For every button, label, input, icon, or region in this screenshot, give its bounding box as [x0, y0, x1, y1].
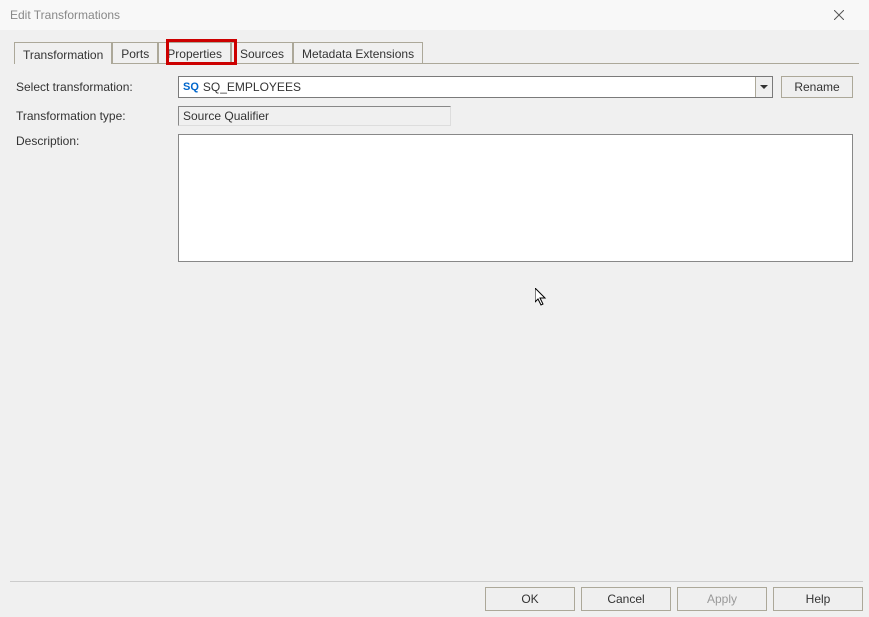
window-title: Edit Transformations — [10, 8, 120, 22]
transform-type-label: Transformation type: — [16, 109, 178, 123]
edit-transformations-window: Edit Transformations Transformation Port… — [0, 0, 869, 617]
tab-label: Metadata Extensions — [302, 47, 414, 61]
source-qualifier-icon: SQ — [179, 81, 203, 93]
content-area: Transformation Ports Properties Sources … — [0, 30, 869, 276]
tab-transformation[interactable]: Transformation — [14, 42, 112, 64]
transform-type-row: Transformation type: Source Qualifier — [16, 106, 853, 126]
tab-strip: Transformation Ports Properties Sources … — [14, 42, 859, 64]
tab-ports[interactable]: Ports — [112, 42, 158, 63]
titlebar: Edit Transformations — [0, 0, 869, 30]
tab-label: Ports — [121, 47, 149, 61]
tab-panel-transformation: Select transformation: SQ SQ_EMPLOYEES R… — [10, 64, 859, 276]
select-transform-dropdown[interactable]: SQ SQ_EMPLOYEES — [178, 76, 773, 98]
description-label: Description: — [16, 134, 178, 148]
tab-metadata-extensions[interactable]: Metadata Extensions — [293, 42, 423, 63]
tab-sources[interactable]: Sources — [231, 42, 293, 63]
help-button[interactable]: Help — [773, 587, 863, 611]
tab-label: Sources — [240, 47, 284, 61]
select-transform-row: Select transformation: SQ SQ_EMPLOYEES R… — [16, 76, 853, 98]
ok-button[interactable]: OK — [485, 587, 575, 611]
select-transform-label: Select transformation: — [16, 80, 178, 94]
dropdown-arrow-button[interactable] — [755, 77, 772, 97]
dialog-button-bar: OK Cancel Apply Help — [10, 581, 863, 611]
apply-button: Apply — [677, 587, 767, 611]
cancel-button[interactable]: Cancel — [581, 587, 671, 611]
select-transform-value: SQ_EMPLOYEES — [203, 80, 755, 94]
description-textarea[interactable] — [178, 134, 853, 262]
tab-label: Transformation — [23, 48, 103, 62]
close-icon — [834, 10, 844, 20]
description-row: Description: — [16, 134, 853, 262]
tab-properties[interactable]: Properties — [158, 42, 231, 63]
mouse-cursor-icon — [535, 288, 549, 308]
transform-type-field: Source Qualifier — [178, 106, 451, 126]
close-button[interactable] — [817, 1, 861, 29]
rename-button[interactable]: Rename — [781, 76, 853, 98]
tab-label: Properties — [167, 47, 222, 61]
